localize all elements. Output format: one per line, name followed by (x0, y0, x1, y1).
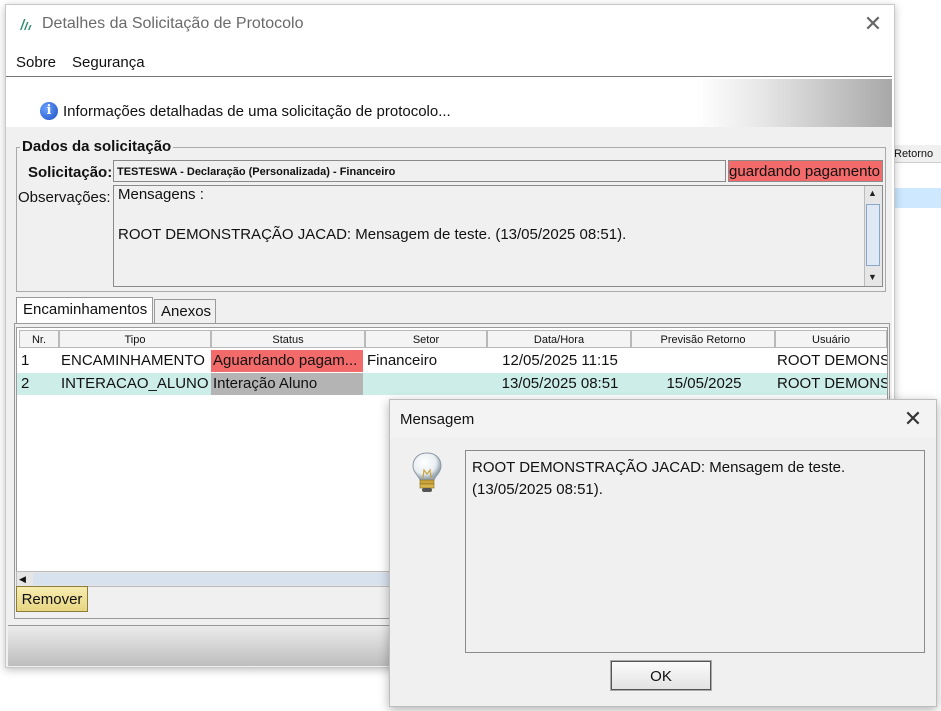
ok-button[interactable]: OK (610, 660, 712, 691)
scroll-thumb[interactable] (866, 204, 880, 266)
dialog-message-box: ROOT DEMONSTRAÇÃO JACAD: Mensagem de tes… (465, 450, 925, 653)
column-header-setor[interactable]: Setor (365, 330, 487, 348)
scroll-left-icon[interactable]: ◀ (19, 572, 26, 586)
menu-sobre[interactable]: Sobre (16, 54, 56, 71)
menu-seguranca[interactable]: Segurança (72, 54, 145, 71)
column-header-status[interactable]: Status (211, 330, 365, 348)
status-field-text: Aguardando pagamento (728, 163, 880, 180)
window-title: Detalhes da Solicitação de Protocolo (42, 15, 304, 32)
cell-usuario: ROOT DEMONST (777, 352, 887, 369)
solicitacao-label: Solicitação: (28, 164, 113, 181)
observacoes-label: Observações: (18, 189, 111, 206)
scroll-down-icon[interactable]: ▼ (865, 270, 880, 285)
cell-setor: Financeiro (367, 352, 438, 369)
tab-encaminhamentos[interactable]: Encaminhamentos (16, 297, 153, 323)
tab-anexos[interactable]: Anexos (154, 299, 216, 323)
title-bar: Detalhes da Solicitação de Protocolo ✕ (6, 5, 894, 43)
observacoes-message: ROOT DEMONSTRAÇÃO JACAD: Mensagem de tes… (118, 226, 627, 243)
message-dialog: Mensagem ✕ ROOT DEMONSTRAÇÃO JACAD: Mens… (389, 399, 937, 707)
dialog-close-button[interactable]: ✕ (896, 404, 930, 434)
column-header-nr[interactable]: Nr. (19, 330, 59, 348)
background-selected-row (892, 188, 941, 208)
cell-tipo: INTERACAO_ALUNO (61, 375, 209, 392)
cell-status: Interação Aluno (211, 373, 363, 395)
dialog-title: Mensagem (400, 411, 475, 428)
app-logo-icon (20, 19, 32, 30)
scroll-up-icon[interactable]: ▲ (865, 186, 880, 201)
observacoes-heading: Mensagens : (118, 186, 204, 203)
cell-data-hora: 12/05/2025 11:15 (502, 352, 618, 369)
lightbulb-icon (412, 452, 442, 492)
request-data-legend: Dados da solicitação (20, 138, 174, 155)
dialog-message-text: ROOT DEMONSTRAÇÃO JACAD: Mensagem de tes… (472, 459, 846, 498)
remover-button[interactable]: Remover (16, 586, 88, 612)
column-header-previsao-retorno[interactable]: Previsão Retorno (631, 330, 775, 348)
horizontal-scroll-thumb[interactable] (33, 573, 393, 585)
table-row[interactable]: 1 ENCAMINHAMENTO Aguardando pagam... Fin… (17, 350, 887, 372)
cell-data-hora: 13/05/2025 08:51 (501, 375, 619, 392)
cell-usuario: ROOT DEMONST (777, 375, 887, 392)
column-header-data-hora[interactable]: Data/Hora (487, 330, 631, 348)
cell-previsao: 15/05/2025 (666, 375, 742, 392)
cell-tipo: ENCAMINHAMENTO (61, 352, 205, 369)
cell-status: Aguardando pagam... (211, 350, 363, 372)
info-banner-text: Informações detalhadas de uma solicitaçã… (63, 103, 451, 120)
column-header-tipo[interactable]: Tipo (59, 330, 211, 348)
close-window-button[interactable]: ✕ (856, 9, 890, 39)
cell-previsao (631, 350, 775, 372)
info-icon: i (40, 102, 58, 120)
dialog-title-bar: Mensagem ✕ (390, 400, 936, 438)
menu-bar: Sobre Segurança (6, 48, 892, 77)
cell-setor (365, 373, 487, 395)
observacoes-textarea[interactable]: Mensagens : ROOT DEMONSTRAÇÃO JACAD: Men… (113, 185, 883, 287)
cell-nr: 2 (21, 375, 30, 392)
status-field: Aguardando pagamento (728, 160, 883, 182)
solicitacao-field: TESTESWA - Declaração (Personalizada) - … (113, 160, 726, 182)
cell-nr: 1 (21, 352, 30, 369)
background-column-header: Retorno (892, 145, 941, 163)
table-row[interactable]: 2 INTERACAO_ALUNO Interação Aluno 13/05/… (17, 373, 887, 395)
column-header-usuario[interactable]: Usuário (775, 330, 887, 348)
observacoes-scrollbar[interactable]: ▲ ▼ (864, 186, 882, 286)
